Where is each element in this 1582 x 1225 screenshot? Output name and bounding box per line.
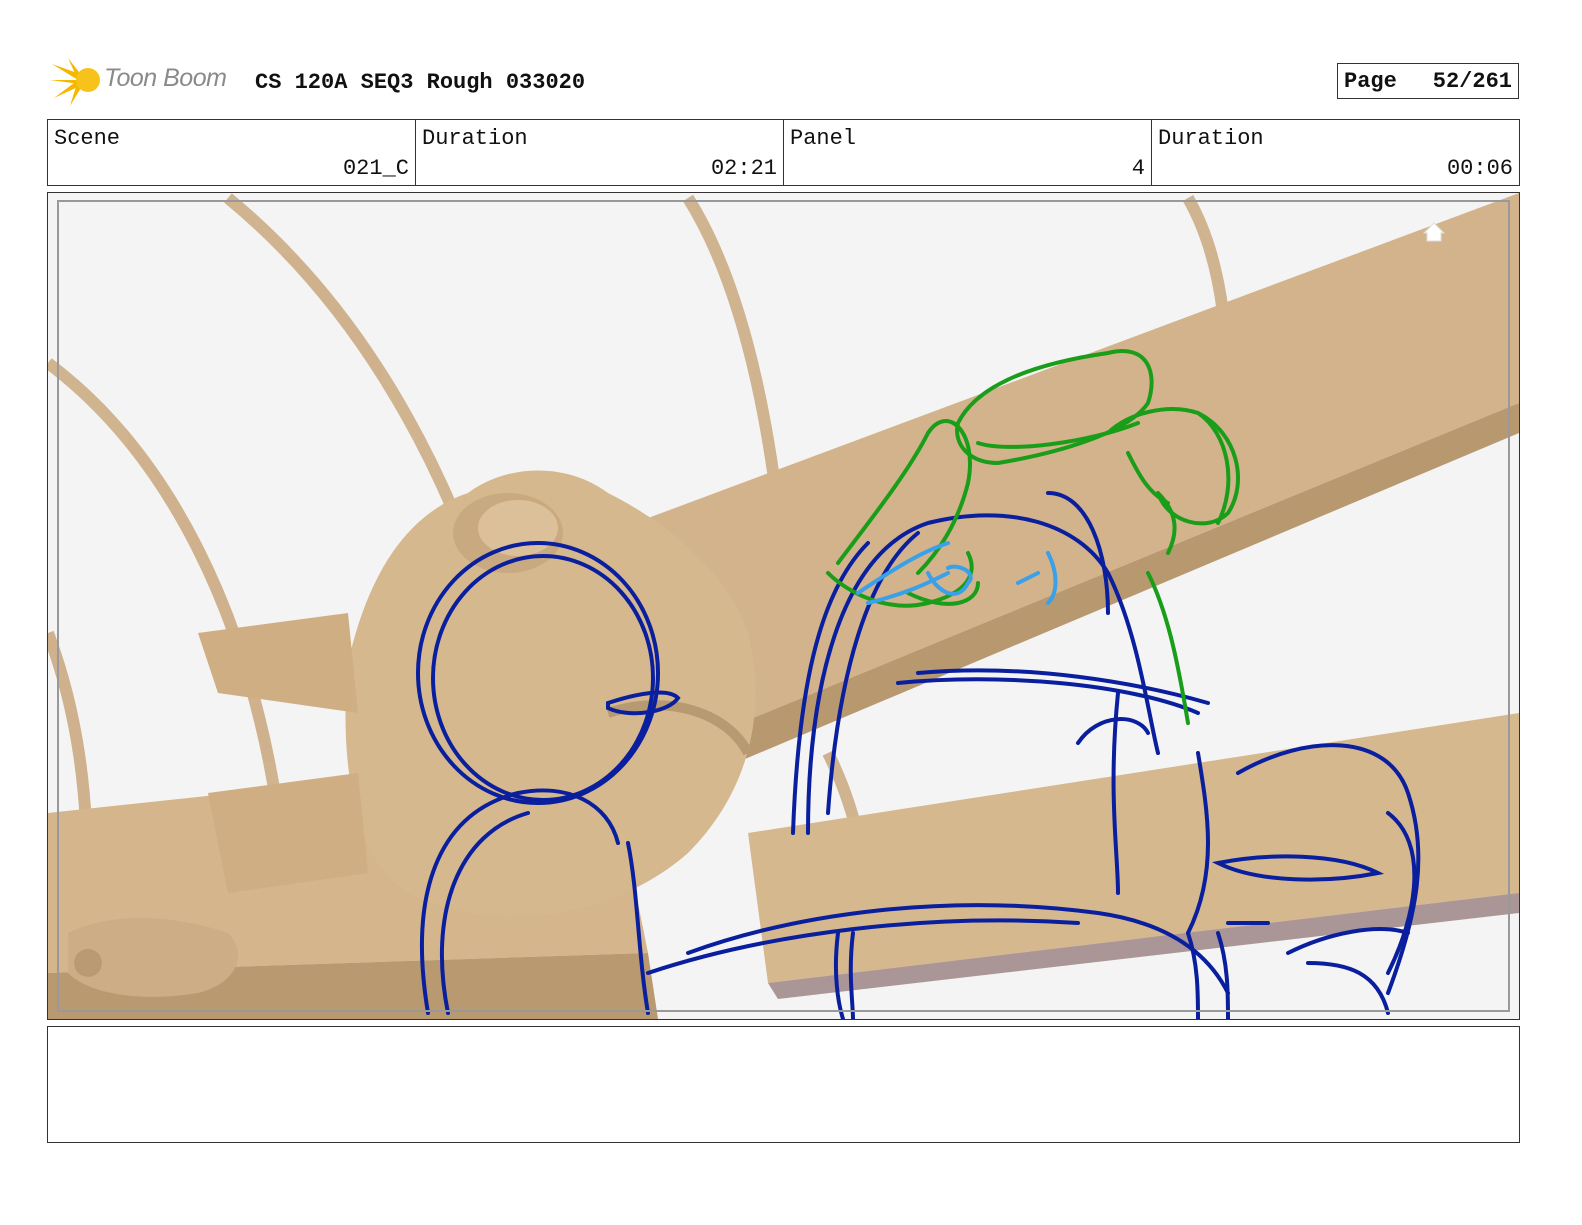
scene-label: Scene: [54, 126, 121, 151]
panel-notes-box: [47, 1026, 1520, 1143]
storyboard-drawing: [48, 193, 1519, 1019]
scene-duration-value: 02:21: [710, 156, 777, 181]
toon-boom-logo: Toon Boom: [50, 56, 250, 108]
panel-duration-value: 00:06: [1446, 156, 1513, 181]
scene-cell: Scene 021_C: [48, 120, 416, 185]
scene-duration-label: Duration: [422, 126, 528, 151]
document-title: CS 120A SEQ3 Rough 033020: [255, 70, 586, 95]
logo-text: Toon Boom: [104, 64, 227, 92]
storyboard-panel-image: [47, 192, 1520, 1020]
panel-duration-label: Duration: [1158, 126, 1264, 151]
panel-value: 4: [1131, 156, 1145, 181]
panel-label: Panel: [790, 126, 857, 151]
starburst-logo-icon: [50, 58, 100, 106]
page-number: 52/261: [1432, 68, 1512, 94]
panel-duration-cell: Duration 00:06: [1152, 120, 1519, 185]
page-indicator: Page 52/261: [1337, 63, 1519, 99]
scene-value: 021_C: [342, 156, 409, 181]
panel-cell: Panel 4: [784, 120, 1152, 185]
scene-duration-cell: Duration 02:21: [416, 120, 784, 185]
page-label: Page: [1344, 69, 1397, 94]
panel-info-row: Scene 021_C Duration 02:21 Panel 4 Durat…: [47, 119, 1520, 186]
